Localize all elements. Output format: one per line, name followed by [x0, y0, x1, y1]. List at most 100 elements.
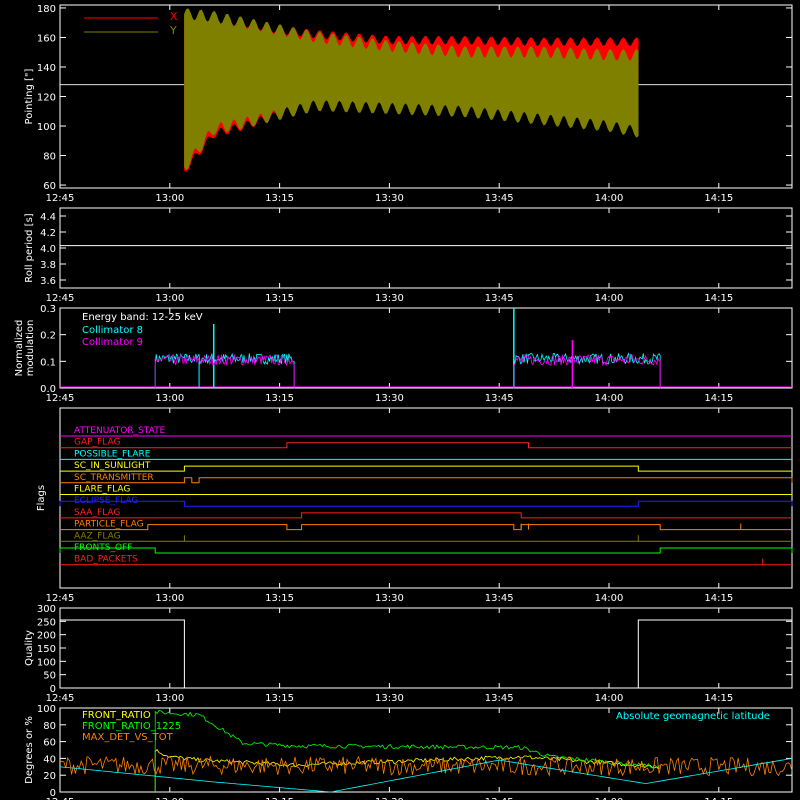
y-tick-label: 300	[37, 604, 56, 615]
y-tick-label: 100	[37, 657, 56, 668]
legend-label: X	[170, 10, 178, 23]
y-tick-label: 4.4	[40, 212, 56, 223]
y-tick-label: 100	[37, 122, 56, 133]
flag-label-aaz_flag: AAZ_FLAG	[74, 531, 121, 541]
energy-band-annotation: Energy band: 12-25 keV	[82, 312, 203, 323]
x-tick-label: 13:15	[265, 393, 294, 404]
y-tick-label: 0	[50, 684, 56, 695]
flag-label-possible_flare: POSSIBLE_FLARE	[74, 449, 151, 459]
y-tick-label: 0.0	[40, 384, 56, 395]
x-tick-label: 14:00	[595, 293, 624, 304]
y-tick-label: 4.0	[40, 244, 56, 255]
panel-modulation: 12:45 13:00 13:15 13:30 13:45 14:00 14:150.00.…	[14, 304, 793, 404]
legend-label: Collimator 8	[82, 325, 143, 336]
x-tick-label: 14:00	[595, 593, 624, 604]
y-tick-label: 60	[43, 738, 56, 749]
y-tick-label: 50	[43, 671, 56, 682]
series-line-collimator-9	[513, 353, 661, 388]
y-tick-label: 0.1	[40, 357, 56, 368]
geomagnetic-annotation: Absolute geomagnetic latitude	[616, 711, 770, 722]
figure-svg: 12:45 13:00 13:15 13:30 13:45 14:00 14:15 60 80 1…	[14, 4, 793, 800]
panel-ratios: 12:4513:0013:1513:3013:4514:0014:1502040…	[24, 704, 793, 800]
y-axis-label: Roll period [s]	[24, 213, 35, 282]
x-tick-label: 14:15	[704, 593, 733, 604]
y-tick-label: 250	[37, 617, 56, 628]
x-tick-label: 13:30	[375, 693, 404, 704]
y-tick-label: 60	[43, 181, 56, 192]
panel-flags: 12:45 13:00 13:15 13:30 13:45 14:00 14:15 Flags…	[36, 407, 793, 604]
series-line-collimator-9	[154, 353, 295, 388]
flag-label-flare_flag: FLARE_FLAG	[74, 485, 130, 495]
flag-label-bad_packets: BAD_PACKETS	[74, 555, 138, 565]
x-tick-label: 13:30	[375, 393, 404, 404]
y-axis-label: Degrees or %	[24, 716, 35, 784]
x-tick-label: 13:30	[375, 293, 404, 304]
x-tick-label: 14:15	[704, 693, 733, 704]
x-tick-label: 14:00	[595, 693, 624, 704]
x-tick-label: 13:00	[155, 593, 184, 604]
x-tick-label: 14:00	[595, 193, 624, 204]
y-axis-label: Flags	[36, 485, 47, 511]
quality-line	[60, 619, 792, 689]
legend-label: FRONT_RATIO	[82, 710, 151, 721]
y-tick-label: 3.8	[40, 260, 56, 271]
x-tick-label: 13:00	[155, 193, 184, 204]
x-tick-label: 13:45	[485, 293, 514, 304]
y-tick-label: 200	[37, 631, 56, 642]
x-tick-label: 13:15	[265, 593, 294, 604]
y-tick-label: 100	[37, 704, 56, 715]
flag-label-particle_flag: PARTICLE_FLAG	[74, 520, 144, 530]
x-tick-label: 14:15	[704, 193, 733, 204]
y-tick-label: 0.3	[40, 304, 56, 315]
x-tick-label: 12:45	[46, 193, 75, 204]
x-tick-label: 12:45	[46, 593, 75, 604]
x-tick-label: 14:15	[704, 293, 733, 304]
quicklook-figure: 12:45 13:00 13:15 13:30 13:45 14:00 14:15 60 80 1…	[0, 0, 800, 800]
y-tick-label: 150	[37, 644, 56, 655]
panel-frame	[59, 407, 793, 589]
x-tick-label: 14:00	[595, 393, 624, 404]
legend-label: FRONT_RATIO_1225	[82, 721, 181, 732]
x-tick-label: 13:00	[155, 293, 184, 304]
y-tick-label: 140	[37, 63, 56, 74]
y-axis-label: Pointing ["]	[24, 68, 35, 124]
flag-trace-sc_transmitter	[60, 477, 793, 484]
x-tick-label: 13:45	[485, 593, 514, 604]
flag-trace-fronts_off	[59, 547, 793, 554]
x-tick-label: 13:45	[485, 393, 514, 404]
x-tick-label: 13:15	[265, 693, 294, 704]
flag-label-sc_in_sunlight: SC_IN_SUNLIGHT	[74, 461, 151, 471]
panel-pointing: 12:45 13:00 13:15 13:30 13:45 14:00 14:15 60 80 1…	[24, 4, 793, 204]
y-axis-label: Quality	[24, 630, 35, 666]
flag-trace-gap_flag	[60, 442, 792, 449]
flag-label-gap_flag: GAP_FLAG	[74, 438, 120, 448]
x-tick-label: 13:00	[155, 693, 184, 704]
y-tick-label: 80	[43, 152, 56, 163]
x-tick-label: 13:15	[265, 293, 294, 304]
x-tick-label: 14:15	[704, 393, 733, 404]
y-tick-label: 4.2	[40, 228, 56, 239]
y-tick-label: 120	[37, 93, 56, 104]
y-tick-label: 20	[43, 771, 56, 782]
x-tick-label: 13:30	[375, 193, 404, 204]
y-tick-label: 0	[50, 788, 56, 799]
flag-trace-particle_flag	[60, 524, 792, 531]
y-tick-label: 0.2	[40, 331, 56, 342]
x-tick-label: 12:45	[46, 293, 75, 304]
panel-frame	[59, 207, 793, 289]
flag-label-attenuator_state: ATTENUATOR_STATE	[74, 426, 166, 436]
legend-label: Y	[169, 24, 177, 37]
y-axis-label: modulation	[25, 320, 36, 377]
y-tick-label: 40	[43, 754, 56, 765]
legend-label: MAX_DET_VS_TOT	[82, 732, 174, 743]
y-axis-label: Normalized	[14, 320, 25, 377]
series-line-front_ratio	[154, 748, 661, 792]
series-line-front_ratio_1225	[154, 710, 661, 792]
y-tick-label: 180	[37, 4, 56, 15]
x-tick-label: 13:00	[155, 393, 184, 404]
x-tick-label: 13:15	[265, 193, 294, 204]
flag-trace-eclipse_flag	[59, 500, 793, 507]
legend-label: Collimator 9	[82, 337, 143, 348]
y-tick-label: 160	[37, 33, 56, 44]
panel-roll: 12:45 13:00 13:15 13:30 13:45 14:00 14:15 3.6 3.…	[24, 207, 793, 304]
